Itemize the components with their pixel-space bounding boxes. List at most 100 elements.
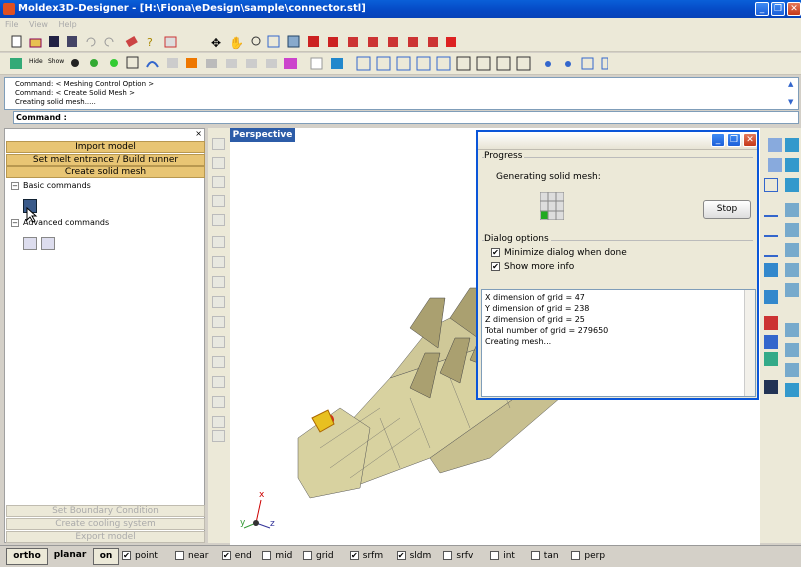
right-tool-20-icon[interactable] bbox=[785, 343, 799, 357]
draw-tool-14-icon[interactable] bbox=[212, 396, 225, 408]
right-tool-18-icon[interactable] bbox=[785, 323, 799, 337]
view-back-icon[interactable] bbox=[368, 37, 378, 47]
erase-icon[interactable] bbox=[125, 36, 138, 48]
color-menu-icon[interactable] bbox=[284, 58, 297, 69]
view-right-icon[interactable] bbox=[408, 37, 418, 47]
blank-icon[interactable] bbox=[310, 57, 323, 70]
right-tool-1-icon[interactable] bbox=[768, 138, 782, 152]
snap-int[interactable]: int bbox=[490, 549, 515, 564]
view-top-icon[interactable] bbox=[428, 37, 438, 47]
cooling-system-button[interactable]: Create cooling system bbox=[6, 518, 205, 530]
draw-tool-9-icon[interactable] bbox=[212, 296, 225, 308]
draw-tool-3-icon[interactable] bbox=[212, 176, 225, 188]
gray1-icon[interactable] bbox=[226, 59, 237, 68]
create-solid-mesh-button[interactable]: Create solid mesh bbox=[6, 166, 205, 178]
snap-srfv-checkbox[interactable] bbox=[443, 551, 453, 560]
draw-tool-6-icon[interactable] bbox=[212, 236, 225, 248]
right-tool-24-icon[interactable] bbox=[785, 383, 799, 397]
right-tool-19-icon[interactable] bbox=[764, 335, 778, 349]
snap-sldm-checkbox[interactable]: ✔ bbox=[396, 551, 406, 560]
grid-icon[interactable] bbox=[126, 56, 139, 69]
snap-perp[interactable]: perp bbox=[571, 549, 605, 564]
move-icon[interactable]: ✥ bbox=[211, 36, 221, 50]
menu-help[interactable]: Help bbox=[58, 20, 76, 29]
menu-file[interactable]: File bbox=[5, 20, 18, 29]
help-icon[interactable]: ? bbox=[147, 36, 153, 49]
view-iso-icon[interactable] bbox=[328, 37, 338, 47]
dialog-maximize-button[interactable]: ❐ bbox=[727, 133, 741, 147]
adv-mesh-icon-2[interactable] bbox=[41, 237, 55, 250]
melt-entrance-button[interactable]: Set melt entrance / Build runner bbox=[6, 154, 205, 166]
right-tool-6-icon[interactable] bbox=[785, 178, 799, 192]
pan-icon[interactable]: ✋ bbox=[229, 36, 244, 50]
perspective-tab[interactable]: Perspective bbox=[230, 128, 295, 142]
right-tool-14-icon[interactable] bbox=[785, 263, 799, 277]
draw-tool-2-icon[interactable] bbox=[212, 157, 225, 169]
right-tool-7-icon[interactable] bbox=[764, 203, 778, 217]
new-file-icon[interactable] bbox=[11, 35, 22, 48]
snap-point[interactable]: ✔ point bbox=[122, 549, 158, 564]
last-icon[interactable] bbox=[516, 56, 531, 71]
snap-perp-checkbox[interactable] bbox=[571, 551, 581, 560]
minimize-button[interactable]: _ bbox=[755, 2, 769, 16]
scroll-up-icon[interactable]: ▲ bbox=[788, 80, 793, 88]
tool-icon[interactable] bbox=[186, 58, 197, 68]
right-tool-22-icon[interactable] bbox=[785, 363, 799, 377]
list-icon[interactable] bbox=[456, 56, 471, 71]
right-tool-10-icon[interactable] bbox=[785, 223, 799, 237]
draw-tool-15-icon[interactable] bbox=[212, 416, 225, 428]
snap-sldm[interactable]: ✔ sldm bbox=[396, 549, 431, 564]
right-tool-2-icon[interactable] bbox=[785, 138, 799, 152]
snap-int-checkbox[interactable] bbox=[490, 551, 500, 560]
draw-tool-16-icon[interactable] bbox=[212, 430, 225, 442]
draw-tool-7-icon[interactable] bbox=[212, 256, 225, 268]
right-tool-5-icon[interactable] bbox=[764, 178, 778, 192]
select-icon[interactable] bbox=[436, 56, 451, 71]
snap-mid[interactable]: mid bbox=[262, 549, 292, 564]
stop-button[interactable]: Stop bbox=[703, 200, 751, 219]
ortho-toggle[interactable]: ortho bbox=[6, 548, 48, 565]
right-tool-8-icon[interactable] bbox=[785, 203, 799, 217]
scroll-down-icon[interactable]: ▼ bbox=[788, 98, 793, 106]
snap-icon[interactable] bbox=[416, 56, 431, 71]
collapse-icon[interactable]: − bbox=[11, 218, 19, 227]
right-tool-23-icon[interactable] bbox=[764, 380, 778, 394]
snap-srfm[interactable]: ✔ srfm bbox=[349, 549, 383, 564]
curve-icon[interactable] bbox=[146, 61, 159, 68]
log-scrollbar[interactable] bbox=[744, 290, 755, 396]
maximize-button[interactable]: ❐ bbox=[771, 2, 785, 16]
open-folder-icon[interactable] bbox=[29, 38, 42, 48]
panel-close-icon[interactable]: × bbox=[195, 129, 202, 138]
window-icon[interactable] bbox=[331, 58, 343, 69]
undo-icon[interactable] bbox=[86, 37, 96, 47]
zoom-icon[interactable] bbox=[251, 36, 261, 46]
snap-near[interactable]: near bbox=[175, 549, 208, 564]
right-tool-17-icon[interactable] bbox=[764, 316, 778, 330]
right-tool-3-icon[interactable] bbox=[768, 158, 782, 172]
boundary-condition-button[interactable]: Set Boundary Condition bbox=[6, 505, 205, 517]
snap-point-checkbox[interactable]: ✔ bbox=[122, 551, 131, 560]
snap-tan-checkbox[interactable] bbox=[530, 551, 540, 560]
draw-tool-4-icon[interactable] bbox=[212, 195, 225, 207]
snap-end[interactable]: ✔ end bbox=[221, 549, 252, 564]
right-tool-4-icon[interactable] bbox=[785, 158, 799, 172]
showmore-checkbox[interactable]: ✔ bbox=[491, 262, 500, 271]
right-tool-9-icon[interactable] bbox=[764, 223, 778, 237]
snap-tan[interactable]: tan bbox=[530, 549, 559, 564]
snap-mid-checkbox[interactable] bbox=[262, 551, 272, 560]
view-red-icon[interactable] bbox=[308, 36, 319, 47]
draw-tool-5-icon[interactable] bbox=[212, 214, 225, 226]
snap-near-checkbox[interactable] bbox=[175, 551, 184, 560]
minimize-checkbox[interactable]: ✔ bbox=[491, 248, 500, 257]
shade3-icon[interactable] bbox=[110, 59, 118, 67]
mesh-node-icon[interactable] bbox=[601, 57, 608, 70]
zoom-window-icon[interactable] bbox=[267, 35, 280, 48]
snap-on-toggle[interactable]: on bbox=[93, 548, 119, 565]
gray3-icon[interactable] bbox=[266, 59, 277, 68]
view-front-icon[interactable] bbox=[348, 37, 358, 47]
display-icon[interactable] bbox=[10, 58, 22, 69]
redo-icon[interactable] bbox=[104, 37, 114, 47]
save-icon[interactable] bbox=[49, 36, 59, 47]
close-button[interactable]: ✕ bbox=[787, 2, 801, 16]
node-add-icon[interactable] bbox=[565, 61, 571, 67]
